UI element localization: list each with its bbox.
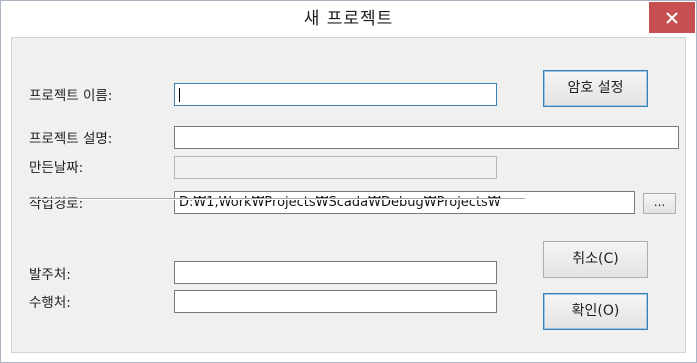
ok-button[interactable]: 확인(O) <box>543 293 648 330</box>
contractor-input[interactable] <box>174 290 497 313</box>
work-path-input[interactable]: D:₩1,Work₩Projects₩Scada₩Debug₩Projects₩ <box>174 191 635 214</box>
project-name-label: 프로젝트 이름: <box>29 88 113 104</box>
contractor-label: 수행처: <box>29 295 71 311</box>
dialog-body: 프로젝트 이름: 암호 설정 프로젝트 설명: 만든날짜: 작업경로: D:₩1… <box>11 37 686 353</box>
project-description-label: 프로젝트 설명: <box>29 131 113 147</box>
text-caret <box>179 88 180 102</box>
title-bar: 새 프로젝트 <box>1 1 696 37</box>
cancel-button[interactable]: 취소(C) <box>543 241 648 278</box>
close-button[interactable] <box>649 2 695 33</box>
dialog-title: 새 프로젝트 <box>303 9 394 29</box>
client-label: 발주처: <box>29 267 71 283</box>
password-settings-button[interactable]: 암호 설정 <box>543 70 648 107</box>
work-path-label: 작업경로: <box>29 196 84 212</box>
client-input[interactable] <box>174 261 497 284</box>
created-date-field <box>174 156 497 179</box>
close-icon <box>666 11 678 24</box>
project-name-input[interactable] <box>174 83 497 106</box>
separator <box>29 198 525 200</box>
browse-button[interactable]: ... <box>643 193 676 214</box>
project-description-input[interactable] <box>174 126 679 149</box>
created-date-label: 만든날짜: <box>29 160 84 176</box>
new-project-dialog: 새 프로젝트 프로젝트 이름: 암호 설정 프로젝트 설명: 만든날짜: 작업경… <box>0 0 697 363</box>
